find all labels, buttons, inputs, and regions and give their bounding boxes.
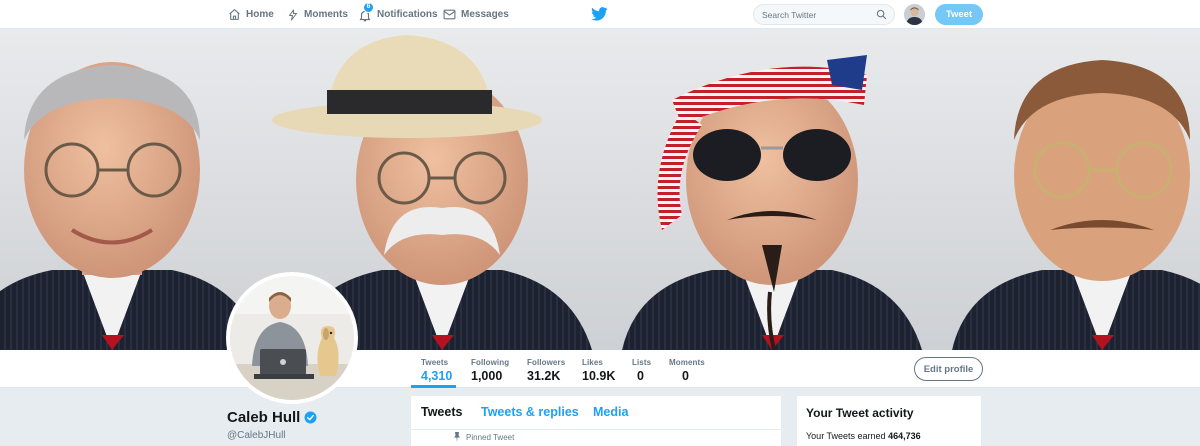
nav-moments[interactable]: Moments — [287, 0, 348, 29]
tweet-activity-title: Your Tweet activity — [806, 406, 914, 420]
pin-icon — [454, 432, 460, 442]
stat-lists[interactable]: Lists 0 — [632, 350, 651, 388]
search-placeholder: Search Twitter — [762, 10, 817, 20]
pinned-tweet-label: Pinned Tweet — [466, 432, 515, 442]
tweet-button[interactable]: Tweet — [935, 4, 983, 25]
stat-moments-label: Moments — [669, 358, 705, 367]
tweet-activity-impressions: 464,736 — [888, 431, 921, 441]
profile-avatar[interactable] — [226, 272, 358, 404]
nav-notifications-label: Notifications — [377, 9, 438, 20]
home-icon — [229, 9, 240, 20]
stat-likes-label: Likes — [582, 358, 603, 367]
timeline-divider — [411, 429, 781, 430]
tab-tweets[interactable]: Tweets — [421, 405, 462, 419]
stat-following-label: Following — [471, 358, 510, 367]
nav-messages[interactable]: Messages — [443, 0, 509, 29]
profile-banner[interactable] — [0, 30, 1200, 350]
tweet-activity-card: Your Tweet activity Your Tweets earned 4… — [797, 396, 981, 446]
twitter-bird-icon[interactable] — [591, 7, 608, 21]
tweet-activity-prefix: Your Tweets earned — [806, 431, 889, 441]
nav-messages-label: Messages — [461, 9, 509, 20]
stat-lists-label: Lists — [632, 358, 652, 367]
banner-photo-tinted — [932, 30, 1200, 350]
stat-lists-value: 0 — [637, 369, 644, 383]
stat-following[interactable]: Following 1,000 — [471, 350, 509, 388]
stat-following-value: 1,000 — [471, 369, 503, 383]
envelope-icon — [443, 9, 456, 20]
lightning-icon — [289, 9, 297, 20]
nav-moments-label: Moments — [304, 9, 348, 20]
profile-handle[interactable]: @CalebJHull — [227, 430, 286, 441]
stat-followers-value: 31.2K — [527, 369, 561, 383]
tab-media[interactable]: Media — [593, 405, 628, 419]
timeline-panel: Tweets Tweets & replies Media Pinned Twe… — [411, 396, 781, 446]
stat-moments-value: 0 — [682, 369, 689, 383]
search-icon[interactable] — [876, 9, 887, 20]
nav-home[interactable]: Home — [228, 0, 274, 29]
profile-name-text: Caleb Hull — [227, 409, 301, 426]
stat-followers-label: Followers — [527, 358, 566, 367]
nav-notifications[interactable]: 6 Notifications — [358, 0, 438, 29]
account-avatar[interactable] — [904, 4, 925, 25]
nav-home-label: Home — [246, 9, 274, 20]
profile-name: Caleb Hull — [227, 409, 317, 426]
stat-likes[interactable]: Likes 10.9K — [582, 350, 615, 388]
banner-photo-original — [0, 30, 272, 350]
stat-followers[interactable]: Followers 31.2K — [527, 350, 565, 388]
stat-moments[interactable]: Moments 0 — [669, 350, 705, 388]
profile-photo — [230, 276, 354, 400]
stat-tweets-value: 4,310 — [421, 369, 453, 383]
banner-photo-bandana-sunglasses — [602, 30, 932, 350]
search-input[interactable]: Search Twitter — [753, 4, 895, 25]
tweet-activity-summary: Your Tweets earned 464,736 — [806, 431, 921, 441]
stat-likes-value: 10.9K — [582, 369, 616, 383]
tab-tweets-replies[interactable]: Tweets & replies — [481, 405, 579, 419]
profile-navigation: Tweets 4,310 Following 1,000 Followers 3… — [0, 350, 1200, 388]
pinned-tweet-header: Pinned Tweet — [453, 432, 514, 442]
stat-tweets[interactable]: Tweets 4,310 — [411, 350, 456, 388]
notification-badge: 6 — [363, 1, 374, 13]
avatar-thumbnail — [904, 4, 925, 25]
stat-tweets-label: Tweets — [421, 358, 449, 367]
edit-profile-button[interactable]: Edit profile — [914, 357, 983, 381]
verified-badge-icon — [304, 411, 317, 424]
top-navigation-bar: Home Moments 6 Notifications Messages Se… — [0, 0, 1200, 29]
